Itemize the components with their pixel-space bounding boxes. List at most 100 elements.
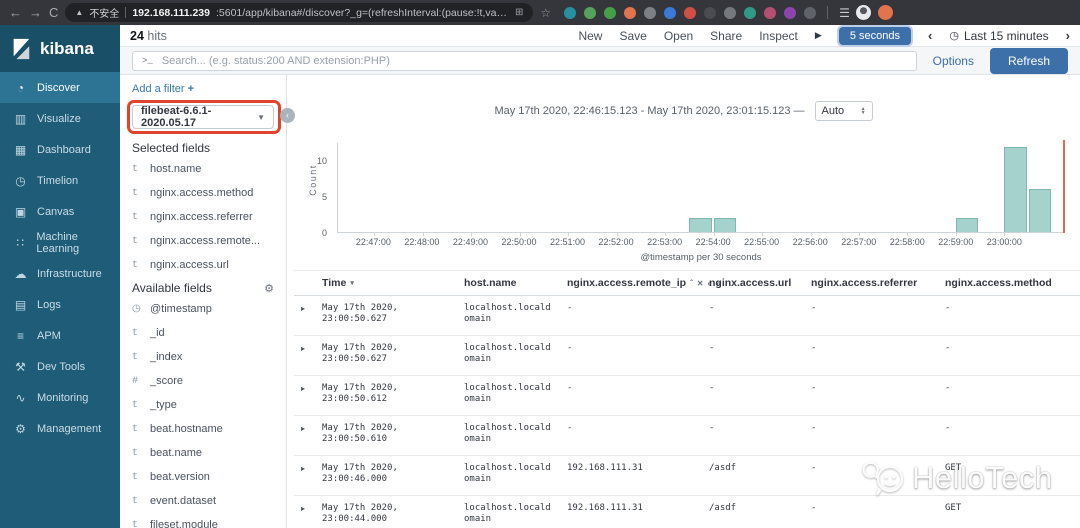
account-avatar[interactable] (878, 5, 893, 20)
column-header-host-name[interactable]: host.name (464, 277, 567, 289)
sidebar-item-timelion[interactable]: ◷Timelion (0, 165, 120, 196)
expand-row-icon[interactable]: ▸ (294, 456, 322, 495)
referrer-cell: - (811, 296, 945, 335)
remove-column-icon[interactable]: ✕ (697, 279, 704, 288)
search-input[interactable] (162, 55, 907, 67)
browser-toolbar: ← → C ▲ 不安全 192.168.111.239 :5601/app/ki… (0, 0, 1080, 25)
time-back-chevron-icon[interactable]: ‹ (928, 28, 932, 43)
field-name: fileset.module (150, 519, 218, 528)
sidebar-item-monitoring[interactable]: ∿Monitoring (0, 382, 120, 413)
sidebar-item-management[interactable]: ⚙Management (0, 413, 120, 444)
reload-icon[interactable]: C (49, 0, 58, 25)
field-item-index[interactable]: t_index (132, 345, 274, 369)
field-item-nginx-access-url[interactable]: tnginx.access.url (132, 253, 274, 277)
address-bar[interactable]: ▲ 不安全 192.168.111.239 :5601/app/kibana#/… (65, 3, 533, 22)
toolbar-inspect-button[interactable]: Inspect (759, 29, 798, 43)
expand-row-icon[interactable]: ▸ (294, 336, 322, 375)
field-item-nginx-access-referrer[interactable]: tnginx.access.referrer (132, 205, 274, 229)
options-link[interactable]: Options (933, 54, 974, 68)
column-header-nginx-access-remote-ip[interactable]: nginx.access.remote_ipˆ✕«» (567, 277, 709, 289)
add-filter-link[interactable]: Add a filter + (132, 83, 274, 95)
kibana-logo[interactable]: kibana (0, 25, 120, 72)
sidebar-item-visualize[interactable]: ▥Visualize (0, 103, 120, 134)
column-header-nginx-access-referrer[interactable]: nginx.access.referrer (811, 277, 945, 289)
sidebar-item-apm[interactable]: ≡APM (0, 320, 120, 351)
extension-icon[interactable] (764, 7, 776, 19)
extension-icon[interactable] (744, 7, 756, 19)
field-name: beat.hostname (150, 423, 223, 435)
field-item-beat-version[interactable]: tbeat.version (132, 465, 274, 489)
x-axis-tick-label: 22:57:00 (841, 237, 876, 247)
field-item-id[interactable]: t_id (132, 321, 274, 345)
extension-icon[interactable] (684, 7, 696, 19)
table-row: ▸May 17th 2020, 23:00:50.610localhost.lo… (294, 416, 1080, 456)
toolbar-open-button[interactable]: Open (664, 29, 693, 43)
field-item-event-dataset[interactable]: tevent.dataset (132, 489, 274, 513)
column-header-nginx-access-url[interactable]: nginx.access.url (709, 277, 811, 289)
extension-icon[interactable] (804, 7, 816, 19)
sidebar-item-infrastructure[interactable]: ☁Infrastructure (0, 258, 120, 289)
collapse-sidebar-button[interactable]: ‹ (280, 108, 295, 123)
interval-select[interactable]: Auto ▲▼ (815, 101, 873, 121)
time-cell: May 17th 2020, 23:00:50.627 (322, 336, 464, 375)
column-header-nginx-access-method[interactable]: nginx.access.method (945, 277, 1080, 289)
translate-icon[interactable]: ⊞ (515, 7, 523, 18)
field-item-fileset-module[interactable]: tfileset.module (132, 513, 274, 528)
extension-icon[interactable] (564, 7, 576, 19)
back-icon[interactable]: ← (9, 0, 22, 25)
field-item-host-name[interactable]: thost.name (132, 157, 274, 181)
field-item-nginx-access-method[interactable]: tnginx.access.method (132, 181, 274, 205)
toolbar-save-button[interactable]: Save (619, 29, 646, 43)
extension-icon[interactable] (624, 7, 636, 19)
expand-row-icon[interactable]: ▸ (294, 376, 322, 415)
sidebar-item-discover[interactable]: ◔Discover (0, 72, 120, 103)
sort-icon[interactable]: ▾ (350, 279, 354, 287)
profile-avatar[interactable] (856, 5, 871, 20)
field-item-timestamp[interactable]: ◷@timestamp (132, 297, 274, 321)
time-range-picker[interactable]: ◷ Last 15 minutes (949, 29, 1048, 43)
x-axis-tick (568, 232, 569, 236)
field-item-type[interactable]: t_type (132, 393, 274, 417)
field-item-score[interactable]: #_score (132, 369, 274, 393)
forward-icon[interactable]: → (29, 0, 42, 25)
timelion-icon: ◷ (13, 174, 28, 188)
refresh-button[interactable]: Refresh (990, 48, 1068, 74)
index-pattern-dropdown[interactable]: filebeat-6.6.1-2020.05.17 ▼ (132, 105, 274, 129)
machine-learning-icon: ∷ (13, 236, 27, 250)
toolbar-new-button[interactable]: New (578, 29, 602, 43)
field-type-badge: t (132, 496, 141, 507)
expand-row-icon[interactable]: ▸ (294, 416, 322, 455)
bar-chart-icon: ▥ (13, 112, 28, 126)
column-header-time[interactable]: Time▾ (322, 277, 464, 289)
time-forward-chevron-icon[interactable]: › (1066, 28, 1070, 43)
sidebar-item-dashboard[interactable]: ▦Dashboard (0, 134, 120, 165)
toolbar-share-button[interactable]: Share (710, 29, 742, 43)
sidebar-item-label: Discover (37, 82, 80, 94)
play-refresh-icon[interactable]: ▶ (815, 30, 822, 41)
extension-icon[interactable] (644, 7, 656, 19)
logs-icon: ▤ (13, 298, 28, 312)
field-item-beat-hostname[interactable]: tbeat.hostname (132, 417, 274, 441)
sidebar-item-logs[interactable]: ▤Logs (0, 289, 120, 320)
extension-icon[interactable] (724, 7, 736, 19)
expand-row-icon[interactable]: ▸ (294, 296, 322, 335)
x-axis-tick-label: 22:47:00 (356, 237, 391, 247)
sidebar-item-dev-tools[interactable]: ⚒Dev Tools (0, 351, 120, 382)
extension-icon[interactable] (604, 7, 616, 19)
table-row: ▸May 17th 2020, 23:00:50.612localhost.lo… (294, 376, 1080, 416)
search-box: >_ (132, 51, 917, 71)
gear-icon[interactable]: ⚙ (264, 282, 274, 295)
bookmark-star-icon[interactable]: ☆ (540, 6, 551, 20)
sidebar-item-canvas[interactable]: ▣Canvas (0, 196, 120, 227)
field-item-nginx-access-remote[interactable]: tnginx.access.remote... (132, 229, 274, 253)
extension-icon[interactable] (784, 7, 796, 19)
refresh-interval-button[interactable]: 5 seconds (839, 27, 911, 45)
sort-column-icon[interactable]: ˆ (690, 279, 693, 288)
sidebar-item-machine-learning[interactable]: ∷Machine Learning (0, 227, 120, 258)
reading-list-icon[interactable]: ☰ (839, 6, 849, 20)
extension-icon[interactable] (664, 7, 676, 19)
extension-icon[interactable] (584, 7, 596, 19)
field-item-beat-name[interactable]: tbeat.name (132, 441, 274, 465)
extension-icon[interactable] (704, 7, 716, 19)
expand-row-icon[interactable]: ▸ (294, 496, 322, 528)
